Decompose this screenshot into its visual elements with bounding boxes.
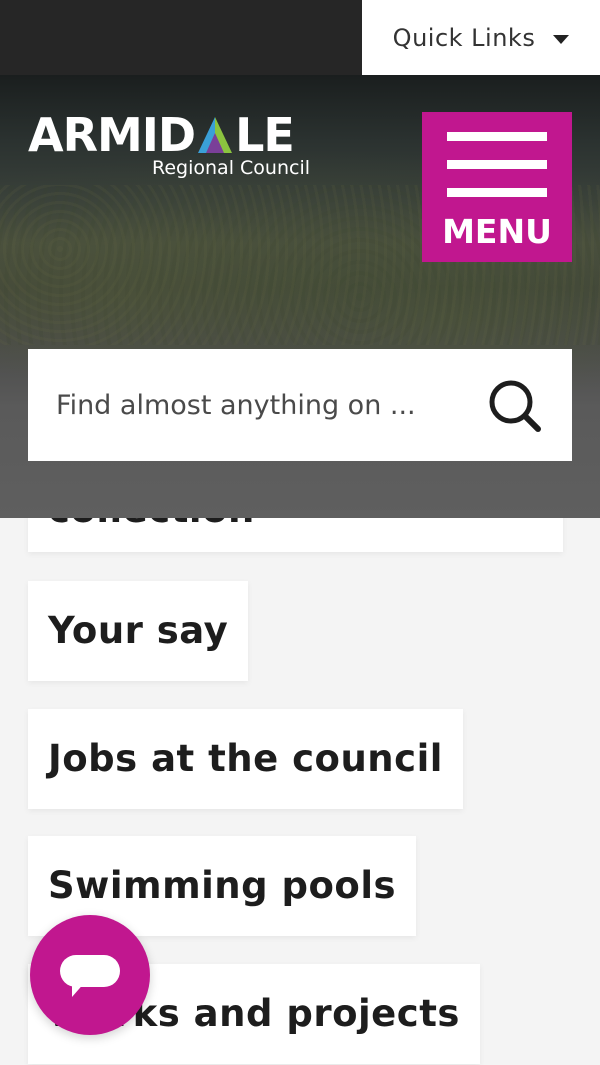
- site-header: ARMID LE Regional Council MENU: [0, 75, 600, 518]
- hamburger-icon-bar: [447, 188, 547, 197]
- quick-links-dropdown[interactable]: Quick Links: [362, 0, 600, 75]
- menu-label: MENU: [442, 212, 552, 251]
- chat-button[interactable]: [30, 915, 150, 1035]
- logo-triangle-icon: [198, 117, 233, 153]
- tile-label: Your say: [48, 609, 229, 652]
- chat-bubble-icon: [60, 955, 120, 997]
- site-search: [28, 349, 572, 461]
- hamburger-icon-bar: [447, 160, 547, 169]
- tile-your-say[interactable]: Your say: [28, 581, 249, 681]
- hamburger-icon: [447, 132, 547, 141]
- logo-text-right: LE: [235, 108, 295, 162]
- tile-jobs[interactable]: Jobs at the council: [28, 709, 463, 809]
- quick-links-label: Quick Links: [392, 23, 536, 52]
- top-bar: Quick Links: [0, 0, 600, 75]
- logo-text-left: ARMID: [28, 108, 196, 162]
- site-logo[interactable]: ARMID LE Regional Council: [28, 111, 313, 181]
- logo-subtitle: Regional Council: [152, 157, 310, 179]
- logo-wordmark: ARMID LE: [28, 108, 295, 162]
- menu-button[interactable]: MENU: [422, 112, 572, 262]
- search-icon: [489, 380, 541, 432]
- search-input[interactable]: [56, 349, 476, 461]
- search-button[interactable]: [483, 375, 547, 439]
- tile-label: Jobs at the council: [48, 737, 443, 780]
- chevron-down-icon: [553, 34, 570, 44]
- tile-label: Swimming pools: [48, 864, 397, 907]
